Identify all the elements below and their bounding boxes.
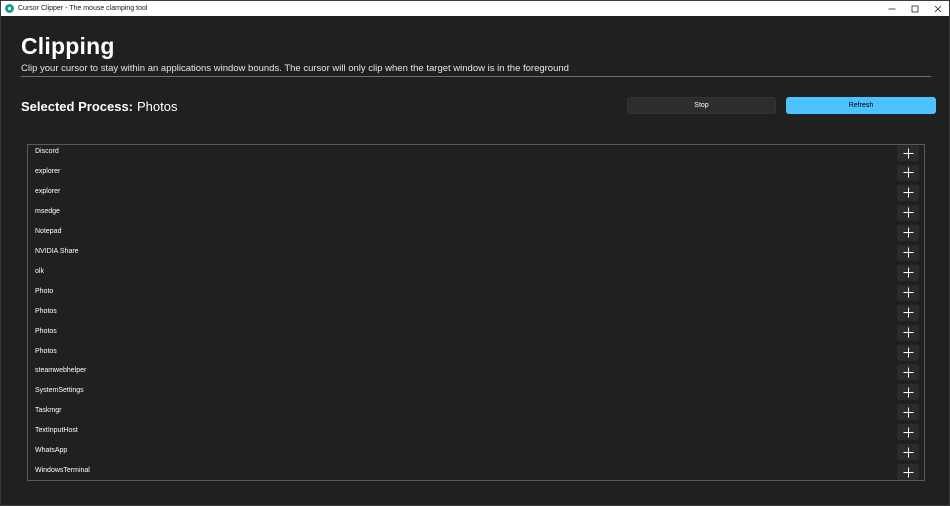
app-window: Cursor Clipper - The mouse clamping tool… <box>0 0 950 506</box>
process-row[interactable]: WhatsApp <box>28 444 924 464</box>
plus-icon <box>903 447 913 458</box>
select-process-button[interactable] <box>897 184 919 201</box>
plus-icon <box>903 427 913 438</box>
select-process-button[interactable] <box>897 324 919 341</box>
process-name: Photos <box>35 327 57 335</box>
maximize-button[interactable] <box>903 1 926 16</box>
process-name: WindowsTerminal <box>35 467 90 475</box>
window-title: Cursor Clipper - The mouse clamping tool <box>18 5 148 12</box>
refresh-button[interactable]: Refresh <box>786 97 936 114</box>
process-name: TextInputHost <box>35 427 78 435</box>
plus-icon <box>903 167 913 178</box>
select-process-button[interactable] <box>897 204 919 221</box>
process-list[interactable]: Discord explorer explorer msedge Notepad NVID… <box>27 144 925 481</box>
process-row[interactable]: Photos <box>28 344 924 365</box>
process-name: Taskmgr <box>35 407 62 415</box>
process-row[interactable]: Photo <box>28 284 924 305</box>
process-name: WhatsApp <box>35 447 68 455</box>
select-process-button[interactable] <box>897 444 919 461</box>
select-process-button[interactable] <box>897 344 919 361</box>
process-row[interactable]: steamwebhelper <box>28 364 924 384</box>
process-name: explorer <box>35 187 61 195</box>
select-process-button[interactable] <box>897 464 919 480</box>
header-divider <box>21 76 931 77</box>
plus-icon <box>903 148 913 158</box>
process-name: Photos <box>35 347 57 355</box>
select-process-button[interactable] <box>897 264 919 281</box>
plus-icon <box>903 187 913 198</box>
plus-icon <box>903 367 913 378</box>
plus-icon <box>903 267 913 278</box>
process-row[interactable]: Photos <box>28 304 924 325</box>
process-row[interactable]: WindowsTerminal <box>28 464 924 480</box>
select-process-button[interactable] <box>897 284 919 301</box>
process-row[interactable]: Discord <box>28 145 924 165</box>
app-logo-icon <box>5 4 14 13</box>
process-row[interactable]: Taskmgr <box>28 404 924 424</box>
maximize-icon <box>911 5 918 12</box>
plus-icon <box>903 307 913 318</box>
process-name: Discord <box>35 148 59 155</box>
select-process-button[interactable] <box>897 145 919 161</box>
plus-icon <box>903 407 913 418</box>
selected-process-value: Photos <box>137 99 178 114</box>
page-title: Clipping <box>21 33 115 59</box>
page-description: Clip your cursor to stay within an appli… <box>21 63 569 74</box>
process-name: olk <box>35 267 44 275</box>
process-name: NVIDIA Share <box>35 247 79 255</box>
process-name: explorer <box>35 167 61 175</box>
process-row[interactable]: NVIDIA Share <box>28 244 924 265</box>
process-row[interactable]: Photos <box>28 324 924 345</box>
process-name: SystemSettings <box>35 387 84 395</box>
process-name: msedge <box>35 207 60 215</box>
plus-icon <box>903 247 913 258</box>
plus-icon <box>903 467 913 478</box>
select-process-button[interactable] <box>897 244 919 261</box>
close-icon <box>934 5 941 12</box>
close-button[interactable] <box>926 1 949 16</box>
select-process-button[interactable] <box>897 364 919 381</box>
plus-icon <box>903 347 913 358</box>
plus-icon <box>903 227 913 238</box>
process-name: Notepad <box>35 227 62 235</box>
process-row[interactable]: olk <box>28 264 924 285</box>
plus-icon <box>903 387 913 398</box>
select-process-button[interactable] <box>897 424 919 441</box>
process-row[interactable]: msedge <box>28 204 924 225</box>
select-process-button[interactable] <box>897 404 919 421</box>
process-row[interactable]: explorer <box>28 184 924 205</box>
select-process-button[interactable] <box>897 304 919 321</box>
process-row[interactable]: Notepad <box>28 224 924 245</box>
select-process-button[interactable] <box>897 384 919 401</box>
title-bar[interactable]: Cursor Clipper - The mouse clamping tool <box>1 1 949 16</box>
plus-icon <box>903 207 913 218</box>
process-name: Photo <box>35 287 54 295</box>
minimize-icon <box>888 8 895 9</box>
process-name: Photos <box>35 307 57 315</box>
plus-icon <box>903 287 913 298</box>
window-controls <box>880 1 949 16</box>
process-row[interactable]: SystemSettings <box>28 384 924 404</box>
select-process-button[interactable] <box>897 164 919 181</box>
select-process-button[interactable] <box>897 224 919 241</box>
process-row[interactable]: TextInputHost <box>28 424 924 444</box>
process-row[interactable]: explorer <box>28 164 924 185</box>
minimize-button[interactable] <box>880 1 903 16</box>
stop-button[interactable]: Stop <box>627 97 776 114</box>
selected-process-label: Selected Process: <box>21 99 134 114</box>
plus-icon <box>903 327 913 338</box>
process-name: steamwebhelper <box>35 367 87 375</box>
